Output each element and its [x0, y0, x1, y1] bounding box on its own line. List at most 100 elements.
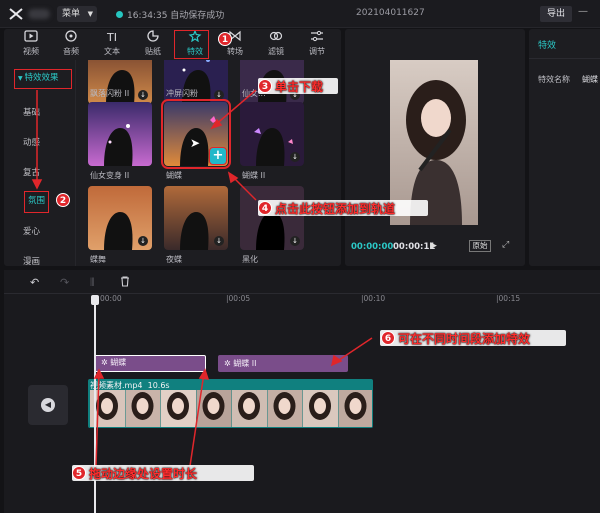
video-frame-face [278, 398, 291, 414]
tab-label: 音频 [63, 47, 79, 56]
effect-thumb[interactable] [88, 102, 152, 166]
category-item-dynamic[interactable]: 动感 [0, 136, 72, 148]
chevron-down-icon: ▼ [87, 10, 93, 18]
original-ratio-button[interactable]: 原始 [469, 240, 491, 252]
capcut-logo-icon [9, 8, 23, 20]
effect-thumb[interactable]: ↓ [240, 102, 304, 166]
annotation-marker: 6 [381, 331, 395, 345]
menu-label: 菜单 [62, 9, 81, 19]
download-icon[interactable]: ↓ [214, 90, 224, 100]
annotation-text: 点击此按钮添加到轨道 [275, 202, 396, 216]
video-frame-face [207, 398, 220, 414]
project-name: 202104011627 [356, 8, 425, 18]
tab-label: 转场 [227, 47, 243, 56]
ruler-tick: |00:05 [226, 294, 251, 303]
category-item-basic[interactable]: 基础 [0, 106, 72, 118]
playhead-handle[interactable] [91, 295, 99, 305]
video-frame-face [136, 398, 149, 414]
video-clip-name: 视频素材.mp4 [90, 381, 143, 390]
inspector-title: 特效 [538, 41, 557, 51]
effect-label: 飘落闪粉 II [90, 89, 130, 98]
annotation-text: 单击下载 [275, 80, 324, 94]
time-ruler[interactable] [88, 294, 600, 308]
annotation-text: 拖动边缘处设置时长 [89, 467, 198, 481]
tab-text[interactable]: TI 文本 [93, 29, 131, 59]
ruler-tick: |00:15 [496, 294, 521, 303]
tab-label: 滤镜 [268, 47, 284, 56]
effect-clip[interactable]: ✲ 蝴蝶 II [218, 355, 348, 372]
save-status-icon [116, 11, 123, 18]
ruler-tick: 00:00 [100, 294, 122, 303]
play-icon[interactable]: ▶ [430, 241, 437, 251]
tab-label: 贴纸 [145, 47, 161, 56]
category-header-label: 特效效果 [24, 73, 59, 83]
effect-thumb[interactable]: ↓ [240, 186, 304, 250]
annotation-marker: 1 [218, 32, 232, 46]
split-icon[interactable]: ⫴ [90, 276, 95, 290]
download-icon[interactable]: ↓ [214, 236, 224, 246]
sparkle-icon: ✲ [224, 359, 234, 368]
sticker-icon [134, 30, 172, 46]
download-icon[interactable]: ↓ [138, 236, 148, 246]
menu-button[interactable]: 菜单 ▼ [57, 6, 97, 22]
tab-audio[interactable]: 音频 [52, 29, 90, 59]
category-item-love[interactable]: 爱心 [0, 225, 72, 237]
download-icon[interactable]: ↓ [138, 90, 148, 100]
tab-filter[interactable]: 滤镜 [257, 29, 295, 59]
minimize-icon[interactable]: — [578, 6, 588, 17]
export-button[interactable]: 导出 [540, 6, 572, 22]
app-window: 菜单 ▼ 16:34:35 自动保存成功 202104011627 导出 — 视… [0, 0, 600, 513]
divider [529, 58, 600, 59]
video-frame-face [349, 398, 362, 414]
effect-label: 仙女变身 II [90, 171, 130, 180]
sparkle-icon: ✲ [101, 358, 111, 367]
video-clip-frames [90, 390, 372, 427]
avatar[interactable] [28, 9, 50, 19]
category-item-retro[interactable]: 复古 [0, 166, 72, 178]
effect-label: 夜蝶 [166, 255, 182, 264]
video-frame-face [243, 398, 255, 414]
effect-label: 冲屏闪粉 [166, 89, 198, 98]
tab-adjust[interactable]: 调节 [298, 29, 336, 59]
save-status-text: 16:34:35 自动保存成功 [127, 11, 225, 21]
effect-label: 蝶舞 [90, 255, 106, 264]
tab-label: 文本 [104, 47, 120, 56]
add-to-track-button[interactable]: + [209, 147, 227, 165]
effect-label: 蝴蝶 [166, 171, 182, 180]
annotation-text: 可在不同时间段添加特效 [398, 332, 531, 346]
category-tabbar: 视频 音频 TI 文本 贴纸 特效 转场 滤镜 调节 [4, 29, 341, 59]
effect-thumb[interactable]: ↓ [164, 186, 228, 250]
delete-icon[interactable] [120, 276, 130, 290]
redo-icon[interactable]: ↷ [60, 276, 69, 289]
filter-icon [257, 30, 295, 46]
category-item-atmosphere[interactable]: 氛围 [24, 191, 49, 213]
category-header[interactable]: ▼ 特效效果 [14, 69, 72, 89]
effect-label: 黑化 [242, 255, 258, 264]
annotation-marker: 4 [258, 201, 272, 215]
video-frame-face [101, 398, 113, 414]
text-icon: TI [107, 31, 117, 44]
effects-tab-highlight [174, 30, 209, 59]
tab-video[interactable]: 视频 [12, 29, 50, 59]
mouse-cursor-icon: ➤ [190, 136, 201, 150]
undo-icon[interactable]: ↶ [30, 276, 39, 289]
tab-sticker[interactable]: 贴纸 [134, 29, 172, 59]
video-frame-face [314, 398, 326, 414]
adjust-icon [298, 30, 336, 46]
category-item-comic[interactable]: 漫画 [0, 255, 72, 267]
download-icon[interactable]: ↓ [290, 152, 300, 162]
effect-thumb[interactable]: ↓ [88, 186, 152, 250]
audio-icon [52, 30, 90, 46]
effect-clip-label: 蝴蝶 [110, 358, 127, 367]
download-icon[interactable]: ↓ [290, 236, 300, 246]
duration: 00:00:11 [393, 242, 436, 252]
effect-clip-label: 蝴蝶 II [233, 359, 257, 368]
effect-clip[interactable]: ✲ 蝴蝶 [94, 355, 206, 372]
video-icon [12, 30, 50, 46]
video-frame-face [172, 398, 184, 414]
effect-name-key: 特效名称 [538, 75, 570, 84]
annotation-marker: 2 [56, 193, 70, 207]
effect-label: 蝴蝶 II [242, 171, 266, 180]
fullscreen-icon[interactable]: ⤢ [502, 240, 509, 250]
speaker-icon: ◀ [41, 398, 55, 412]
